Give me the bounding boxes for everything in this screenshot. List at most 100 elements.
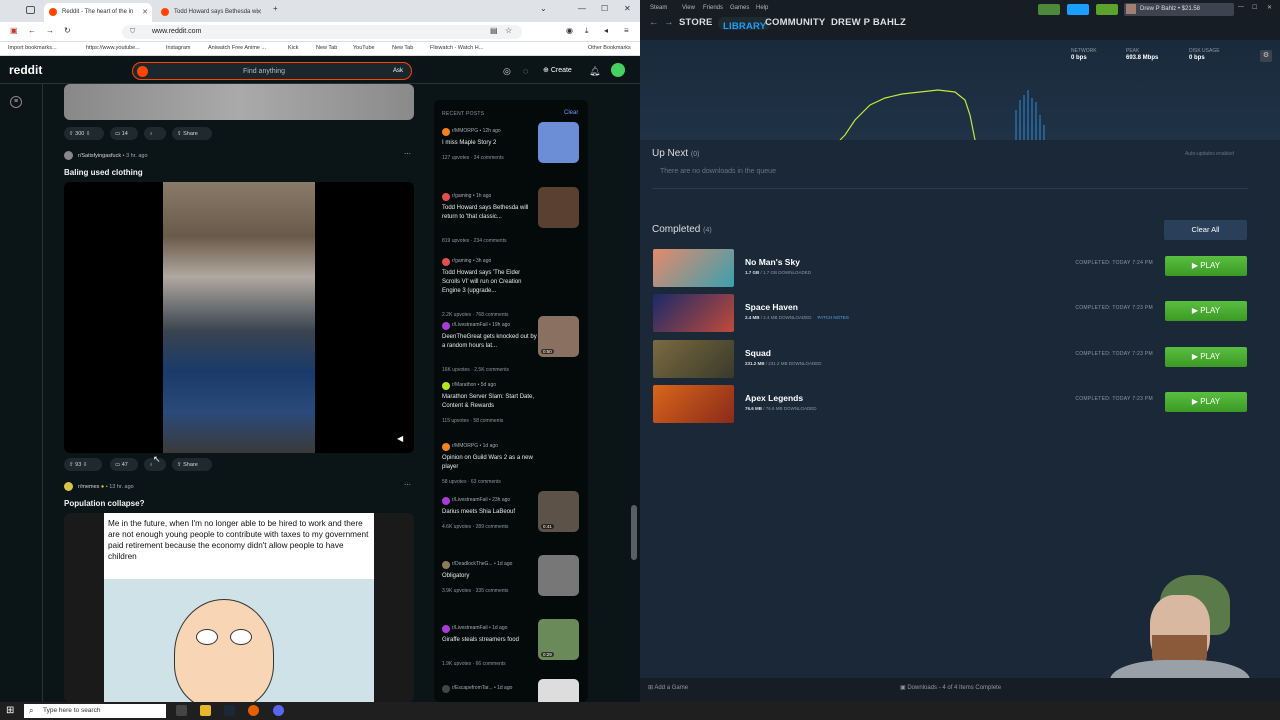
clear-recent-button[interactable]: Clear (564, 110, 578, 116)
nav-library[interactable]: LIBRARY (718, 17, 772, 32)
subreddit-name[interactable]: r/Satisfyingasfuck (78, 153, 121, 159)
game-name[interactable]: Apex Legends (745, 393, 803, 403)
comments-button[interactable]: ▭ 47 (110, 458, 138, 471)
patch-notes-link[interactable]: PATCH NOTES (818, 315, 849, 320)
tab-todd-howard[interactable]: Todd Howard says Bethesda wi ✕ (156, 3, 266, 22)
completed-game-row[interactable]: No Man's Sky 1.7 GB / 1.7 GB DOWNLOADED CO… (653, 249, 1247, 289)
post-video[interactable]: ◀︎ (64, 182, 414, 453)
recent-post-title[interactable]: I miss Maple Story 2 (442, 139, 537, 148)
play-button[interactable]: ▶ PLAY (1165, 392, 1247, 412)
url-field[interactable]: ⛉ www.reddit.com (122, 25, 522, 39)
steam-taskbar-icon[interactable] (224, 705, 235, 716)
file-explorer-icon[interactable] (200, 705, 211, 716)
nav-community[interactable]: COMMUNITY (765, 17, 825, 28)
more-options-icon[interactable]: ⋯ (404, 150, 411, 158)
minimize-icon[interactable]: — (1238, 4, 1244, 10)
back-icon[interactable]: ← (649, 17, 659, 28)
advertise-icon[interactable]: ◎ (503, 66, 511, 77)
windows-start-icon[interactable]: ⊞ (6, 705, 14, 716)
discord-taskbar-icon[interactable] (273, 705, 284, 716)
bookmark-item[interactable]: YouTube (353, 45, 375, 51)
menu-games[interactable]: Games (730, 5, 749, 11)
tab-reddit[interactable]: Reddit - The heart of the in ✕ (44, 3, 152, 22)
bookmark-item[interactable]: Flixwatch - Watch H... (430, 45, 483, 51)
recent-post-thumbnail[interactable]: 0:50 (538, 316, 579, 357)
minimize-icon[interactable]: — (578, 4, 586, 13)
menu-help[interactable]: Help (756, 5, 768, 11)
tab-actions-icon[interactable] (26, 6, 35, 14)
menu-view[interactable]: View (682, 5, 695, 11)
download-icon[interactable]: ⤓ (585, 26, 589, 36)
account-menu[interactable]: Drew P Bahlz • $21.58 (1124, 3, 1234, 16)
subreddit-icon[interactable] (64, 482, 73, 491)
bookmark-item[interactable]: New Tab (392, 45, 413, 51)
share-button[interactable]: ⇪ Share (172, 127, 212, 140)
maximize-icon[interactable]: ☐ (1252, 4, 1257, 11)
new-tab-icon[interactable]: + (273, 4, 278, 13)
recent-post-thumbnail[interactable] (538, 679, 579, 702)
bookmark-item[interactable]: https://www.youtube... (86, 45, 140, 51)
clear-all-button[interactable]: Clear All (1164, 220, 1247, 240)
tab-list-icon[interactable]: ⌄ (540, 4, 547, 13)
recent-post-title[interactable]: Giraffe steals streamers food (442, 636, 537, 645)
announcement-icon[interactable] (1067, 4, 1089, 15)
recent-post-thumbnail[interactable] (538, 122, 579, 163)
nav-profile[interactable]: DREW P BAHLZ (831, 17, 906, 28)
more-options-icon[interactable]: ⋯ (404, 481, 411, 489)
downloads-status[interactable]: ▣ Downloads - 4 of 4 Items Complete (900, 684, 1001, 691)
recent-post-thumbnail[interactable] (538, 187, 579, 228)
recent-post-title[interactable]: DeenTheGreat gets knocked out by a rando… (442, 333, 537, 351)
recent-post-thumbnail[interactable] (538, 555, 579, 596)
reload-icon[interactable]: ↻ (64, 26, 71, 35)
bookmark-item[interactable]: Other Bookmarks (588, 45, 631, 51)
create-button[interactable]: ⊕ Create (543, 66, 572, 74)
chat-icon[interactable]: ◌ (523, 66, 528, 76)
notifications-icon[interactable]: 🔔︎ (589, 66, 600, 77)
recent-post-title[interactable]: Darius meets Shia LaBeouf (442, 508, 537, 517)
nav-store[interactable]: STORE (679, 17, 713, 28)
play-button[interactable]: ▶ PLAY (1165, 347, 1247, 367)
bookmark-item[interactable]: Aniwatch Free Anime ... (208, 45, 266, 51)
reddit-logo[interactable]: reddit (9, 63, 42, 77)
menu-icon[interactable]: ≡ (624, 26, 629, 35)
game-name[interactable]: No Man's Sky (745, 257, 800, 267)
back-icon[interactable]: ← (28, 26, 36, 35)
bookmark-star-icon[interactable]: ☆ (505, 26, 512, 35)
reader-icon[interactable]: ▤ (490, 26, 498, 35)
post-image[interactable]: Me in the future, when I'm no longer abl… (64, 513, 414, 702)
comments-button[interactable]: ▭ 14 (110, 127, 138, 140)
taskbar-search-input[interactable]: ⌕ Type here to search (24, 704, 166, 718)
avatar[interactable] (611, 63, 625, 77)
subreddit-name[interactable]: r/memes (78, 484, 99, 490)
recent-post-title[interactable]: Marathon Server Slam: Start Date, Conten… (442, 393, 537, 411)
vote-button[interactable]: ⇧ 300 ⇩ (64, 127, 104, 140)
search-input[interactable]: Find anything Ask (132, 62, 412, 80)
vote-button[interactable]: ⇧ 93 ⇩ (64, 458, 102, 471)
post-title[interactable]: Baling used clothing (64, 168, 143, 177)
firefox-taskbar-icon[interactable] (248, 705, 259, 716)
bookmark-item[interactable]: New Tab (316, 45, 337, 51)
forward-icon[interactable]: → (46, 26, 54, 35)
close-window-icon[interactable]: ✕ (1267, 4, 1272, 11)
close-tab-icon[interactable]: ✕ (256, 8, 262, 16)
award-button[interactable]: ♁ (144, 127, 166, 140)
recent-post-title[interactable]: Opinion on Guild Wars 2 as a new player (442, 454, 537, 472)
bookmark-item[interactable]: Kick (288, 45, 298, 51)
menu-steam[interactable]: Steam (650, 5, 667, 11)
share-button[interactable]: ⇪ Share (172, 458, 212, 471)
game-name[interactable]: Space Haven (745, 302, 798, 312)
close-window-icon[interactable]: ✕ (624, 4, 631, 13)
completed-game-row[interactable]: Apex Legends 76.6 MB / 76.6 MB DOWNLOADED… (653, 385, 1247, 425)
forward-icon[interactable]: → (664, 17, 674, 28)
subreddit-icon[interactable] (64, 151, 73, 160)
recent-post-thumbnail[interactable]: 0:29 (538, 619, 579, 660)
sound-icon[interactable]: ◂ (604, 26, 608, 35)
extension-icon[interactable]: ◉ (566, 26, 573, 35)
notification-bell-icon[interactable] (1096, 4, 1118, 15)
game-capsule-image[interactable] (653, 385, 734, 423)
game-name[interactable]: Squad (745, 348, 771, 358)
recent-post-title[interactable]: Todd Howard says Bethesda will return to… (442, 204, 537, 222)
bookmark-item[interactable]: Instagram (166, 45, 190, 51)
play-button[interactable]: ▶ PLAY (1165, 256, 1247, 276)
recent-post-title[interactable]: Todd Howard says 'The Elder Scrolls VI' … (442, 269, 537, 296)
